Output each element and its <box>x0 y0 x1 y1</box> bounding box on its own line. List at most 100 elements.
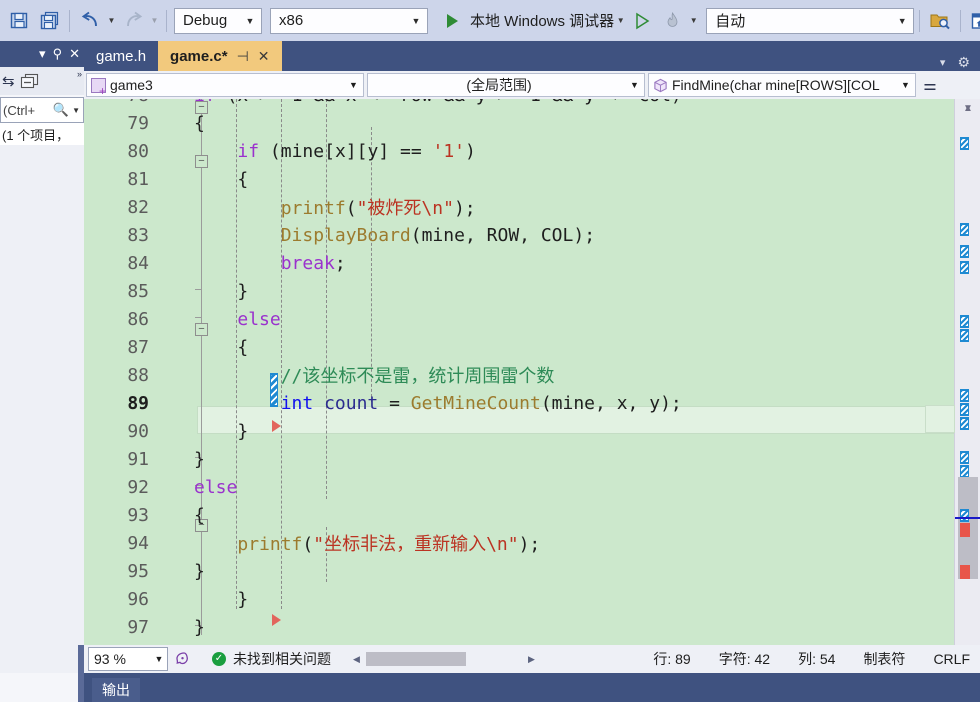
code-text: else <box>194 476 238 498</box>
code-line[interactable]: 79 { <box>84 109 980 137</box>
line-ending-indicator[interactable]: CRLF <box>933 651 970 667</box>
code-text: } <box>194 420 249 442</box>
column-indicator: 列: 54 <box>798 651 836 667</box>
start-debug-label: 本地 Windows 调试器 <box>470 13 615 30</box>
code-line[interactable]: 82 printf("被炸死\n"); <box>84 193 980 221</box>
gear-icon[interactable]: ⚙ <box>957 54 970 71</box>
pin-icon[interactable]: ⚲ <box>53 46 63 62</box>
panel-menu-icon[interactable]: ▾ <box>39 46 46 62</box>
hot-reload-dropdown-arrow[interactable]: ▼ <box>687 6 700 36</box>
editor-vertical-scrollbar[interactable]: ▲ ▼ <box>925 99 980 645</box>
code-line[interactable]: 84 break; <box>84 249 980 277</box>
find-in-files-button[interactable] <box>925 6 955 36</box>
solution-explorer-tree[interactable] <box>0 145 84 685</box>
code-line[interactable]: 83 DisplayBoard(mine, ROW, COL); <box>84 221 980 249</box>
scroll-down-arrow[interactable]: ▼ <box>955 99 980 117</box>
code-text: } <box>194 560 205 582</box>
code-line[interactable]: 93 { <box>84 501 980 529</box>
navbar-project-combo[interactable]: game3 ▼ <box>86 73 364 97</box>
code-line[interactable]: 81 { <box>84 165 980 193</box>
issue-status[interactable]: ✓ 未找到相关问题 <box>212 649 331 669</box>
redo-button[interactable] <box>118 6 148 36</box>
zoom-level-combo[interactable]: 93 % ▼ <box>88 647 168 671</box>
editor-horizontal-scrollbar[interactable]: ◀ ▶ <box>349 650 539 668</box>
chevron-down-icon: ▼ <box>154 654 164 664</box>
code-line[interactable]: 91} <box>84 445 980 473</box>
home-window-button[interactable] <box>966 6 980 36</box>
code-line[interactable]: 97} <box>84 613 980 641</box>
tab-output[interactable]: 输出 <box>92 678 140 702</box>
hot-reload-button[interactable] <box>657 6 687 36</box>
toolbar-separator <box>960 9 962 32</box>
chevron-down-icon: ▼ <box>630 80 639 90</box>
tab-label: game.h <box>96 47 147 65</box>
start-debug-button[interactable] <box>437 6 467 36</box>
code-text: break; <box>280 252 346 274</box>
solution-configuration-combo[interactable]: Debug ▼ <box>174 7 262 34</box>
code-line[interactable]: 88 //该坐标不是雷，统计周围雷个数 <box>84 361 980 389</box>
scroll-left-arrow[interactable]: ◀ <box>349 654 364 665</box>
collapse-all-icon[interactable] <box>20 73 39 90</box>
code-line[interactable]: 87 { <box>84 333 980 361</box>
debug-target-dropdown-arrow[interactable]: ▼ <box>614 6 627 36</box>
chevron-down-icon: ▼ <box>411 15 421 26</box>
scrollmap-caret-line <box>955 517 980 519</box>
solution-root-item[interactable]: (1 个项目， <box>0 123 84 145</box>
code-editor-surface[interactable]: − − − − 78if (x >= 1 && x <= row && y >=… <box>84 99 980 645</box>
scrollmap-edit-mark <box>960 451 969 464</box>
close-icon[interactable]: ✕ <box>69 46 80 62</box>
chevron-down-icon[interactable]: ▼ <box>69 106 83 115</box>
code-line[interactable]: 92 else <box>84 473 980 501</box>
process-combo[interactable]: 自动 ▼ <box>706 7 915 34</box>
sync-icon[interactable]: ⇆ <box>2 72 15 90</box>
close-icon[interactable]: ✕ <box>258 48 270 65</box>
scroll-right-arrow[interactable]: ▶ <box>524 654 539 665</box>
tab-overflow-icon[interactable]: ▾ <box>940 56 946 69</box>
code-line[interactable]: 94 printf("坐标非法，重新输入\n"); <box>84 529 980 557</box>
line-number: 78 <box>84 99 154 106</box>
save-button[interactable] <box>4 6 34 36</box>
code-line[interactable]: 96 } <box>84 585 980 613</box>
start-without-debugging-button[interactable] <box>627 6 657 36</box>
scrollmap-edit-mark <box>960 417 969 430</box>
overflow-icon[interactable]: » <box>77 69 82 79</box>
hscrollbar-thumb[interactable] <box>366 652 466 666</box>
code-text: printf("被炸死\n"); <box>280 198 476 219</box>
zoom-level-value: 93 % <box>94 651 126 667</box>
code-line[interactable]: 89 int count = GetMineCount(mine, x, y); <box>84 389 980 417</box>
split-view-icon[interactable]: ⚌ <box>919 73 941 97</box>
solution-platform-combo[interactable]: x86 ▼ <box>270 7 428 34</box>
editor-status-bar: 93 % ▼ ✓ 未找到相关问题 ◀ ▶ 行: 89 字符: 42 列: 54 … <box>84 645 980 673</box>
char-indicator: 字符: 42 <box>718 651 771 667</box>
code-line[interactable]: 90 } <box>84 417 980 445</box>
indentation-indicator[interactable]: 制表符 <box>863 649 905 669</box>
code-line[interactable]: 86 else <box>84 305 980 333</box>
left-dock-bottom-filler <box>0 673 84 702</box>
navbar-scope-combo[interactable]: (全局范围) ▼ <box>367 73 645 97</box>
line-number: 87 <box>127 336 149 358</box>
save-all-button[interactable] <box>34 6 64 36</box>
solution-explorer-search-input[interactable]: (Ctrl+ 🔍 ▼ <box>0 97 84 123</box>
navbar-member-combo[interactable]: FindMine(char mine[ROWS][COL ▼ <box>648 73 916 97</box>
line-number: 80 <box>127 140 149 162</box>
editor-navigation-bar: game3 ▼ (全局范围) ▼ FindMine(char mine[ROWS… <box>84 71 980 99</box>
tab-game-h[interactable]: game.h <box>84 41 159 71</box>
caret-position-info: 行: 89 字符: 42 列: 54 制表符 CRLF <box>653 649 980 669</box>
code-text: int count = GetMineCount(mine, x, y); <box>280 392 682 414</box>
redo-dropdown-arrow[interactable]: ▼ <box>148 6 161 36</box>
scrollmap-edit-mark <box>960 261 969 274</box>
solution-configuration-value: Debug <box>183 12 228 29</box>
code-line[interactable]: 95} <box>84 557 980 585</box>
intellicode-icon[interactable] <box>168 651 194 667</box>
pin-icon[interactable]: ⊣ <box>237 48 249 65</box>
scrollmap-edit-mark <box>960 137 969 150</box>
undo-button[interactable] <box>75 6 105 36</box>
code-line[interactable]: 80 if (mine[x][y] == '1') <box>84 137 980 165</box>
tab-game-c[interactable]: game.c* ⊣ ✕ <box>158 41 282 71</box>
line-number: 81 <box>127 168 149 190</box>
code-text: { <box>194 336 249 358</box>
code-line[interactable]: 78 if (x >= 1 && x <= row && y >= 1 && y … <box>84 99 980 109</box>
undo-dropdown-arrow[interactable]: ▼ <box>105 6 118 36</box>
flame-icon <box>667 12 678 27</box>
code-line[interactable]: 85 } <box>84 277 980 305</box>
